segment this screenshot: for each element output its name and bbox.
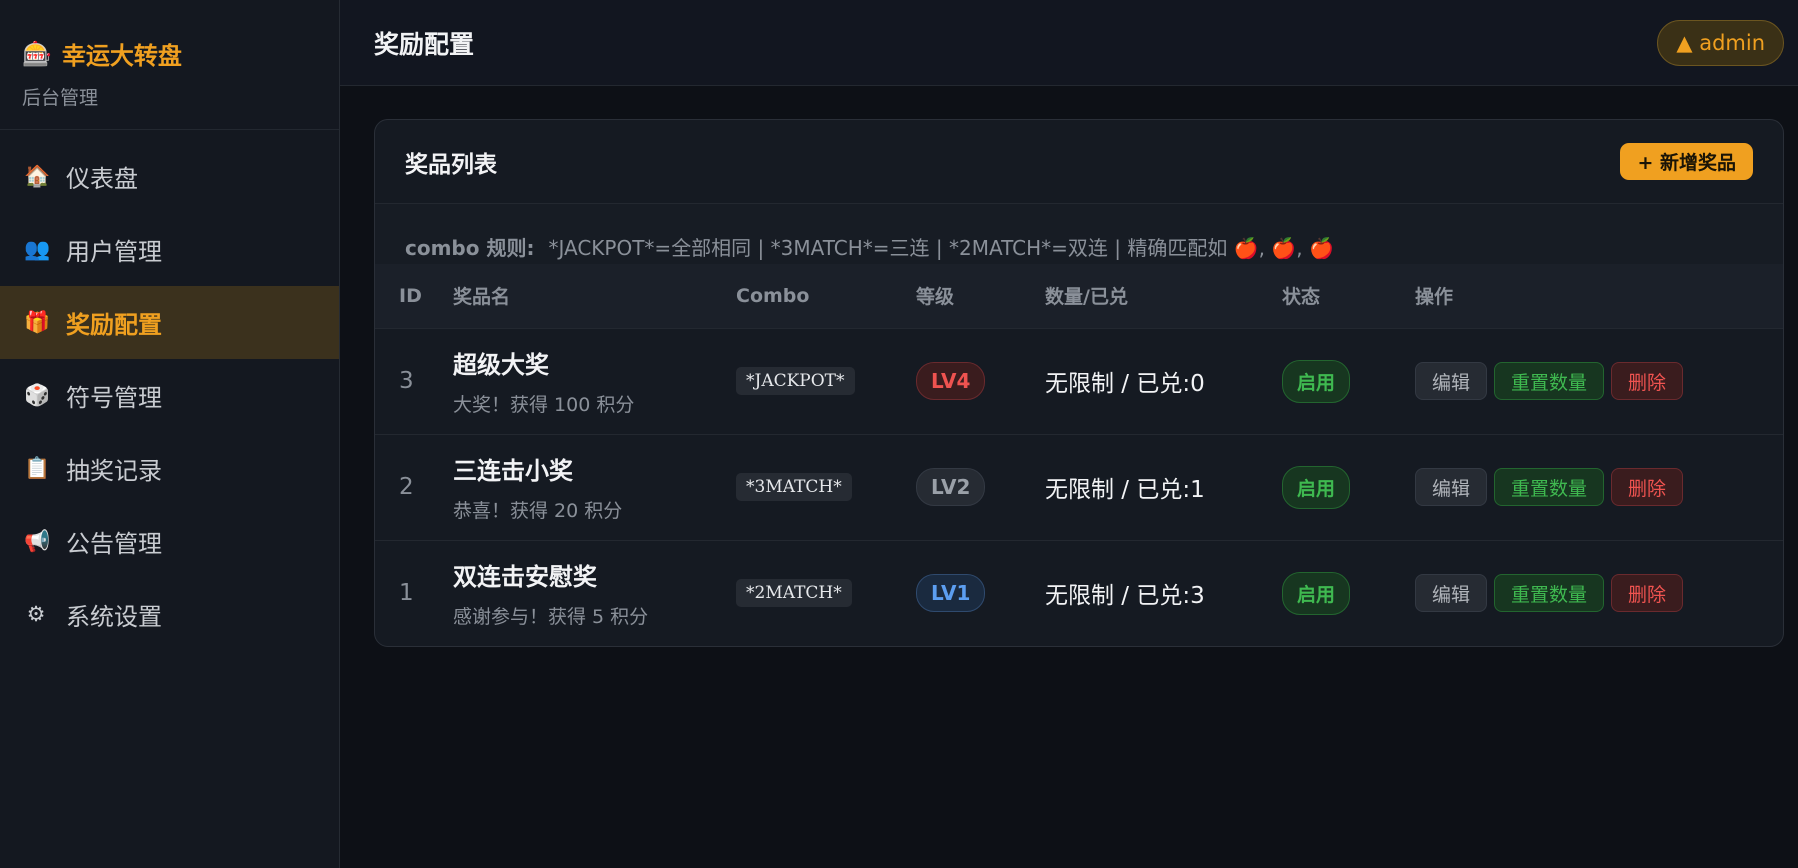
prize-description: 恭喜！获得 20 积分	[453, 500, 623, 522]
combo-rules-label: combo 规则:	[405, 236, 535, 260]
sidebar-item-label: 抽奖记录	[66, 457, 162, 485]
prize-quantity: 无限制 / 已兑:1	[1045, 477, 1205, 503]
dice-icon: 🎲	[24, 383, 51, 407]
col-header-quantity: 数量/已兑	[1045, 286, 1128, 309]
delete-button[interactable]: 删除	[1611, 574, 1684, 613]
prize-list-card: 奖品列表 + 新增奖品 combo 规则: *JACKPOT*=全部相同 | *3…	[374, 119, 1784, 647]
slot-machine-icon: 🎰	[22, 39, 52, 68]
sidebar-item-dashboard[interactable]: 🏠 仪表盘	[0, 140, 339, 213]
delete-button[interactable]: 删除	[1611, 468, 1684, 506]
col-header-id: ID	[399, 284, 422, 307]
brand-title: 🎰 幸运大转盘	[22, 36, 339, 71]
col-header-combo: Combo	[736, 284, 810, 307]
reset-quantity-button[interactable]: 重置数量	[1494, 362, 1605, 400]
brand: 🎰 幸运大转盘 后台管理	[0, 0, 339, 130]
prize-id: 3	[399, 368, 414, 394]
prize-name: 三连击小奖	[453, 457, 573, 485]
combo-rules-text: *JACKPOT*=全部相同 | *3MATCH*=三连 | *2MATCH*=…	[548, 236, 1334, 260]
row-actions: 编辑 重置数量 删除	[1415, 574, 1783, 613]
sidebar-item-rewards[interactable]: 🎁 奖励配置	[0, 286, 339, 359]
prize-quantity: 无限制 / 已兑:3	[1045, 583, 1205, 610]
level-badge: LV4	[916, 362, 986, 400]
sidebar-item-announcements[interactable]: 📢 公告管理	[0, 505, 339, 578]
content: 奖品列表 + 新增奖品 combo 规则: *JACKPOT*=全部相同 | *3…	[340, 86, 1798, 647]
sidebar-nav: 🏠 仪表盘 👥 用户管理 🎁 奖励配置 🎲 符号管理 📋 抽奖记录 📢 公告管理…	[0, 130, 339, 651]
row-actions: 编辑 重置数量 删除	[1415, 362, 1783, 400]
status-badge: 启用	[1282, 359, 1351, 403]
col-header-status: 状态	[1282, 286, 1321, 309]
user-menu-button[interactable]: ▲ admin	[1657, 19, 1784, 66]
col-header-name: 奖品名	[453, 286, 511, 309]
app: 🎰 幸运大转盘 后台管理 🏠 仪表盘 👥 用户管理 🎁 奖励配置 🎲 符号管理	[0, 0, 1798, 868]
sidebar-item-label: 用户管理	[66, 238, 162, 266]
status-badge: 启用	[1282, 465, 1351, 509]
add-prize-button[interactable]: + 新增奖品	[1620, 143, 1753, 180]
sidebar-item-label: 符号管理	[66, 384, 162, 412]
gift-icon: 🎁	[24, 310, 51, 334]
prize-name: 超级大奖	[453, 351, 549, 379]
card-title: 奖品列表	[405, 151, 497, 178]
prize-quantity: 无限制 / 已兑:0	[1045, 371, 1205, 397]
topbar: 奖励配置 ▲ admin	[340, 0, 1798, 86]
reset-quantity-button[interactable]: 重置数量	[1494, 468, 1605, 506]
sidebar-item-settings[interactable]: ⚙ 系统设置	[0, 578, 339, 651]
prize-combo: *2MATCH*	[736, 579, 852, 608]
megaphone-icon: 📢	[24, 529, 51, 553]
col-header-level: 等级	[916, 286, 955, 309]
prize-combo: *JACKPOT*	[736, 367, 855, 395]
reset-quantity-button[interactable]: 重置数量	[1494, 574, 1605, 613]
sidebar: 🎰 幸运大转盘 后台管理 🏠 仪表盘 👥 用户管理 🎁 奖励配置 🎲 符号管理	[0, 0, 340, 868]
prize-name: 双连击安慰奖	[453, 563, 597, 592]
prize-description: 大奖！获得 100 积分	[453, 394, 635, 416]
row-actions: 编辑 重置数量 删除	[1415, 468, 1783, 506]
edit-button[interactable]: 编辑	[1415, 362, 1488, 400]
table-row: 1 双连击安慰奖 感谢参与！获得 5 积分 *2MATCH* LV1 无限制 /…	[375, 540, 1783, 646]
sidebar-item-users[interactable]: 👥 用户管理	[0, 213, 339, 286]
house-icon: 🏠	[24, 164, 51, 188]
table-row: 3 超级大奖 大奖！获得 100 积分 *JACKPOT* LV4 无限制 / …	[375, 328, 1783, 434]
edit-button[interactable]: 编辑	[1415, 574, 1488, 613]
prize-combo: *3MATCH*	[736, 473, 852, 501]
edit-button[interactable]: 编辑	[1415, 468, 1488, 506]
sidebar-item-label: 仪表盘	[66, 165, 138, 193]
table-row: 2 三连击小奖 恭喜！获得 20 积分 *3MATCH* LV2 无限制 / 已…	[375, 434, 1783, 540]
status-badge: 启用	[1282, 571, 1351, 615]
users-icon: 👥	[24, 237, 51, 261]
prize-id: 1	[399, 580, 414, 607]
combo-rules: combo 规则: *JACKPOT*=全部相同 | *3MATCH*=三连 | …	[375, 204, 1783, 264]
sidebar-item-symbols[interactable]: 🎲 符号管理	[0, 359, 339, 432]
brand-name: 幸运大转盘	[61, 42, 182, 70]
page-title: 奖励配置	[374, 29, 475, 59]
prize-table: ID 奖品名 Combo 等级 数量/已兑 状态 操作 3 超级大奖 大奖！获得…	[375, 264, 1783, 646]
prize-id: 2	[399, 474, 414, 500]
table-head: ID 奖品名 Combo 等级 数量/已兑 状态 操作	[375, 264, 1783, 328]
brand-subtitle: 后台管理	[22, 87, 99, 109]
clipboard-icon: 📋	[24, 456, 51, 480]
sidebar-item-label: 奖励配置	[66, 311, 162, 339]
sidebar-item-draw-records[interactable]: 📋 抽奖记录	[0, 432, 339, 505]
table-header-row: ID 奖品名 Combo 等级 数量/已兑 状态 操作	[375, 264, 1783, 328]
prize-description: 感谢参与！获得 5 积分	[453, 606, 649, 629]
delete-button[interactable]: 删除	[1611, 362, 1684, 400]
main: 奖励配置 ▲ admin 奖品列表 + 新增奖品 combo 规则: *JACKP…	[340, 0, 1798, 868]
col-header-actions: 操作	[1415, 286, 1454, 309]
card-header: 奖品列表 + 新增奖品	[375, 120, 1783, 204]
gear-icon: ⚙	[26, 602, 46, 626]
sidebar-item-label: 系统设置	[66, 603, 162, 631]
sidebar-item-label: 公告管理	[66, 530, 162, 558]
table-body: 3 超级大奖 大奖！获得 100 积分 *JACKPOT* LV4 无限制 / …	[375, 328, 1783, 646]
level-badge: LV2	[916, 468, 986, 506]
level-badge: LV1	[916, 574, 986, 613]
